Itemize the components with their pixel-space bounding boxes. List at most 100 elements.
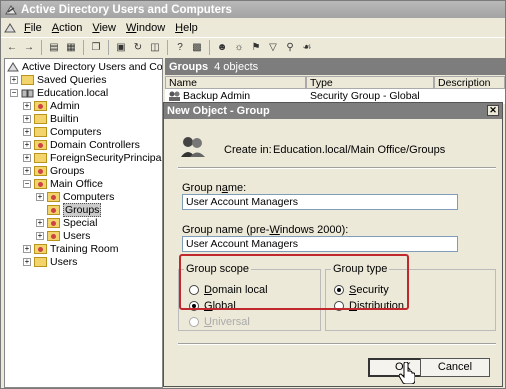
show-tree-icon[interactable]: ▦ <box>64 41 78 55</box>
back-icon[interactable]: ← <box>5 41 19 55</box>
up-folder-icon[interactable]: ▤ <box>47 41 61 55</box>
cancel-button[interactable]: Cancel <box>420 358 490 377</box>
ou-folder-icon <box>34 140 47 150</box>
filter-icon[interactable]: ▽ <box>266 41 280 55</box>
group-name-label: Group name: <box>182 182 247 194</box>
tree-item-foreign-security-principals[interactable]: + ForeignSecurityPrincipals <box>23 152 162 164</box>
tree-item-groups[interactable]: + Groups <box>23 165 84 177</box>
menu-action[interactable]: Action <box>52 22 83 34</box>
collapse-icon[interactable]: − <box>23 180 31 188</box>
annotation-highlight <box>179 254 409 310</box>
expand-icon[interactable]: + <box>23 102 31 110</box>
radio-button <box>189 317 199 327</box>
close-icon[interactable]: ✕ <box>487 105 499 116</box>
expand-icon[interactable]: + <box>23 128 31 136</box>
tree-item-main-office-special[interactable]: + Special <box>36 217 97 229</box>
new-group-dialog: New Object - Group ✕ Create in: Educatio… <box>163 102 503 387</box>
ou-folder-icon <box>47 192 60 202</box>
expand-icon[interactable]: + <box>23 115 31 123</box>
expand-icon[interactable]: + <box>10 76 18 84</box>
tree-item-computers[interactable]: + Computers <box>23 126 101 138</box>
new-group-icon[interactable]: ☼ <box>232 41 246 55</box>
ou-folder-icon <box>34 244 47 254</box>
tree-item-training-room[interactable]: + Training Room <box>23 243 118 255</box>
tree-item-admin[interactable]: + Admin <box>23 100 80 112</box>
tree-item-domain[interactable]: − Education.local <box>10 87 108 99</box>
menu-window[interactable]: Window <box>126 22 165 34</box>
dialog-title: New Object - Group <box>167 105 270 117</box>
create-in-label: Create in: <box>224 144 272 156</box>
details-list: Name Type Description Backup Admin Secur… <box>165 76 505 104</box>
refresh-icon[interactable]: ↻ <box>131 41 145 55</box>
list-item[interactable]: Backup Admin <box>168 90 250 102</box>
tree-item-main-office[interactable]: − Main Office <box>23 178 103 190</box>
folder-icon <box>21 75 34 85</box>
system-menu-icon[interactable] <box>4 22 16 34</box>
menu-view[interactable]: View <box>92 22 116 34</box>
scope-universal-radio: Universal <box>189 316 250 328</box>
title-bar: Active Directory Users and Computers <box>1 1 505 18</box>
new-user-icon[interactable]: ☻ <box>215 41 229 55</box>
ou-folder-icon <box>47 205 60 215</box>
column-header-type[interactable]: Type <box>306 76 434 89</box>
tree-item-builtin[interactable]: + Builtin <box>23 113 79 125</box>
domain-icon <box>21 89 34 97</box>
tree-item-domain-controllers[interactable]: + Domain Controllers <box>23 139 140 151</box>
details-title: Groups <box>169 60 209 73</box>
forward-icon[interactable]: → <box>22 41 36 55</box>
list-item-type: Security Group - Global <box>310 90 420 102</box>
tree-item-users[interactable]: + Users <box>23 256 77 268</box>
expand-icon[interactable]: + <box>36 219 44 227</box>
column-header-description[interactable]: Description <box>434 76 505 89</box>
copy-icon[interactable]: ❐ <box>89 41 103 55</box>
expand-icon[interactable]: + <box>23 141 31 149</box>
group-name-pre2000-label: Group name (pre-Windows 2000): <box>182 224 349 236</box>
collapse-icon[interactable]: − <box>10 89 18 97</box>
column-header-name[interactable]: Name <box>165 76 306 89</box>
tree-item-main-office-users[interactable]: + Users <box>36 230 90 242</box>
aduc-window: Active Directory Users and Computers Fil… <box>0 0 506 389</box>
properties-icon[interactable]: ▣ <box>114 41 128 55</box>
console-icon[interactable]: ▩ <box>190 41 204 55</box>
find-icon[interactable]: ⚲ <box>283 41 297 55</box>
group-name-pre2000-input[interactable]: User Account Managers <box>182 236 458 252</box>
folder-icon <box>34 153 47 163</box>
tree-item-saved-queries[interactable]: + Saved Queries <box>10 74 106 86</box>
ou-folder-icon <box>34 166 47 176</box>
expand-icon[interactable]: + <box>23 167 31 175</box>
ou-folder-icon <box>47 218 60 228</box>
group-icon <box>169 91 180 101</box>
object-count: 4 objects <box>214 60 259 73</box>
folder-icon <box>34 127 47 137</box>
menu-help[interactable]: Help <box>175 22 198 34</box>
ou-folder-icon <box>34 179 47 189</box>
folder-icon <box>34 114 47 124</box>
menu-file[interactable]: File <box>24 22 42 34</box>
toolbar: ← → ▤ ▦ ❐ ▣ ↻ ◫ ? ▩ ☻ ☼ ⚑ ▽ ⚲ ☙ <box>1 37 505 57</box>
delegate-icon[interactable]: ☙ <box>300 41 314 55</box>
ou-folder-icon <box>34 101 47 111</box>
tree-item-main-office-computers[interactable]: + Computers <box>36 191 114 203</box>
toolbar-separator <box>108 40 109 55</box>
aduc-app-icon <box>5 4 17 14</box>
expand-icon[interactable]: + <box>23 258 31 266</box>
export-icon[interactable]: ◫ <box>148 41 162 55</box>
expand-icon[interactable]: + <box>23 154 31 162</box>
tree-item-root[interactable]: Active Directory Users and Computer <box>7 61 162 73</box>
tree-item-main-office-groups[interactable]: Groups <box>47 203 102 217</box>
aduc-root-icon <box>7 61 19 71</box>
separator <box>178 343 496 345</box>
help-icon[interactable]: ? <box>173 41 187 55</box>
expand-icon[interactable]: + <box>36 232 44 240</box>
group-name-input[interactable]: User Account Managers <box>182 194 458 210</box>
new-ou-icon[interactable]: ⚑ <box>249 41 263 55</box>
details-header: Groups 4 objects <box>165 58 505 75</box>
hand-cursor-icon <box>399 362 415 384</box>
group-icon <box>181 137 205 157</box>
menu-bar: File Action View Window Help <box>1 18 505 37</box>
expand-icon[interactable]: + <box>23 245 31 253</box>
ou-folder-icon <box>47 231 60 241</box>
toolbar-separator <box>209 40 210 55</box>
expand-icon[interactable]: + <box>36 193 44 201</box>
console-tree: Active Directory Users and Computer + Sa… <box>4 58 163 388</box>
